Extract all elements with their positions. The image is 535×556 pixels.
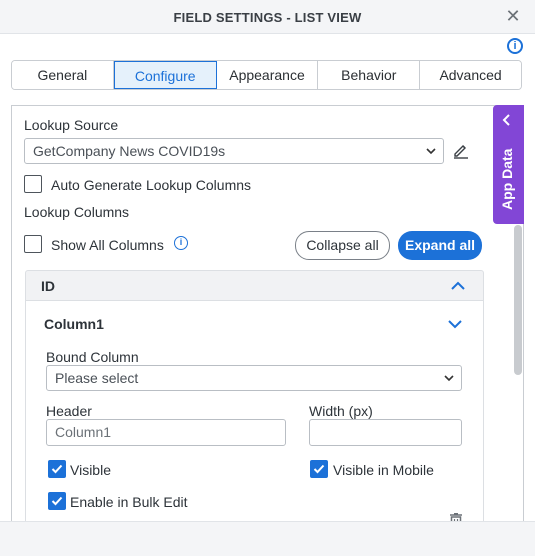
chevron-up-icon[interactable] [450,279,466,298]
configure-panel: Lookup Source GetCompany News COVID19s A… [11,105,524,521]
bulk-edit-checkbox[interactable] [48,492,66,510]
bulk-edit-label: Enable in Bulk Edit [70,494,188,510]
accordion-group-label: ID [41,278,55,294]
chevron-down-icon [443,366,455,399]
show-all-info-icon[interactable]: i [174,236,188,250]
width-input[interactable] [309,419,462,446]
show-all-columns-label: Show All Columns [51,237,164,253]
app-data-label: App Data [499,148,515,210]
lookup-source-label: Lookup Source [24,117,119,133]
scrollbar[interactable] [514,225,522,375]
show-all-columns-checkbox[interactable] [24,235,42,253]
tab-general[interactable]: General [12,61,114,89]
chevron-down-icon [425,139,437,172]
tab-configure[interactable]: Configure [113,61,217,89]
lookup-source-value: GetCompany News COVID19s [33,143,226,159]
bound-column-placeholder: Please select [55,370,139,386]
accordion-body: Column1 Bound Column Please select Heade… [25,301,484,521]
collapse-all-button[interactable]: Collapse all [295,231,390,260]
bound-column-select[interactable]: Please select [46,365,462,391]
accordion-header-id[interactable]: ID [25,270,484,301]
tab-behavior[interactable]: Behavior [318,61,421,89]
lookup-columns-label: Lookup Columns [24,204,130,220]
width-label: Width (px) [309,403,373,419]
tab-appearance[interactable]: Appearance [216,61,319,89]
trash-icon[interactable] [448,513,464,521]
dialog-title: FIELD SETTINGS - LIST VIEW [173,10,362,25]
visible-label: Visible [70,462,111,478]
visible-checkbox[interactable] [48,460,66,478]
column-label: Column1 [44,316,104,332]
tab-advanced[interactable]: Advanced [420,61,521,89]
auto-generate-label: Auto Generate Lookup Columns [51,177,252,193]
info-icon[interactable]: i [507,38,523,54]
visible-mobile-label: Visible in Mobile [333,462,434,478]
lookup-source-select[interactable]: GetCompany News COVID19s [24,138,444,164]
visible-mobile-checkbox[interactable] [310,460,328,478]
dialog-title-bar: FIELD SETTINGS - LIST VIEW ✕ [0,0,535,34]
auto-generate-checkbox[interactable] [24,175,42,193]
header-input[interactable]: Column1 [46,419,286,446]
chevron-down-icon[interactable] [447,317,463,336]
close-icon[interactable]: ✕ [505,7,521,25]
tab-bar: General Configure Appearance Behavior Ad… [11,60,522,90]
chevron-left-icon [501,113,513,130]
app-data-tab[interactable]: App Data [493,105,524,224]
edit-icon[interactable] [452,141,470,159]
bound-column-label: Bound Column [46,349,139,365]
expand-all-button[interactable]: Expand all [398,231,482,260]
dialog-footer [0,521,535,556]
header-label: Header [46,403,92,419]
